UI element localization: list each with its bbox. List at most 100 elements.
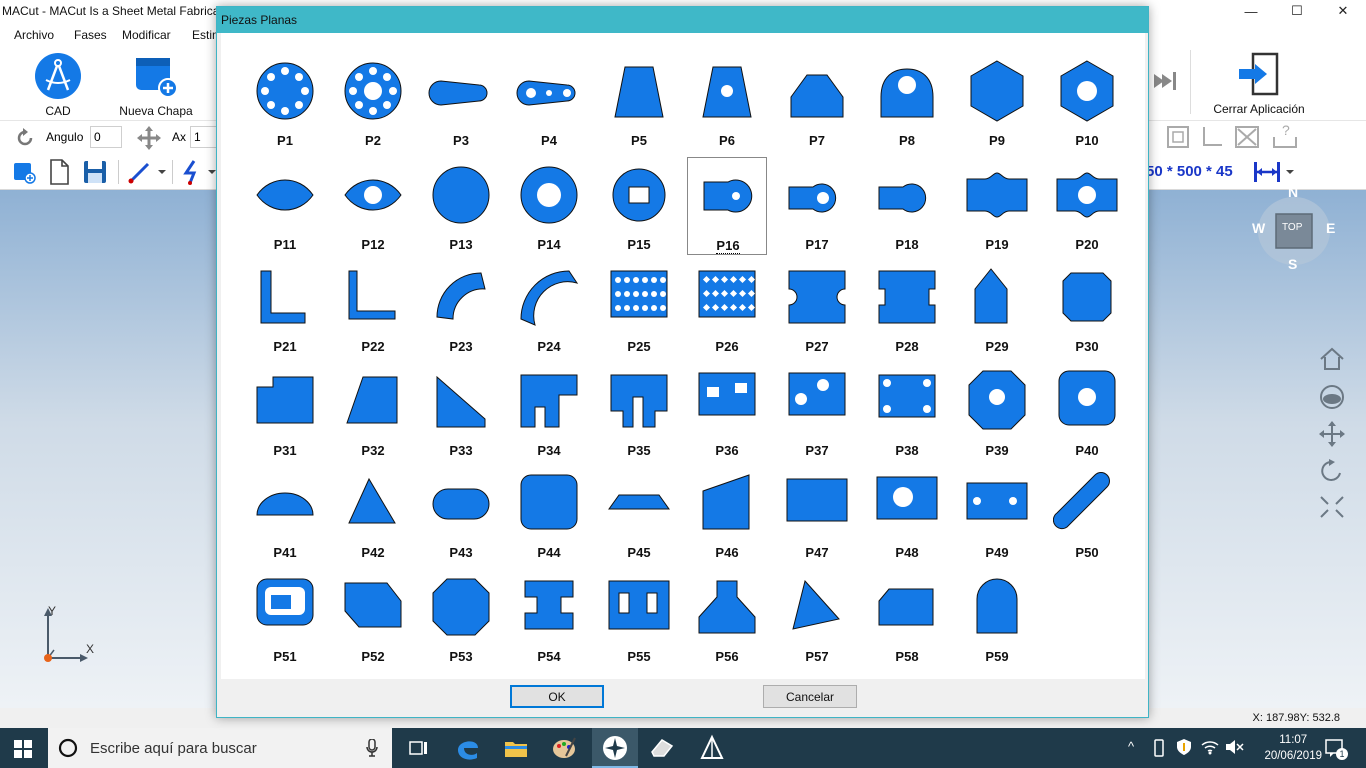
piece-p1[interactable]: P1: [245, 53, 325, 151]
piece-p34[interactable]: P34: [509, 363, 589, 461]
piece-p58[interactable]: P58: [867, 569, 947, 667]
delete-frame-icon[interactable]: [1234, 125, 1260, 149]
piece-p59[interactable]: P59: [957, 569, 1037, 667]
maximize-button[interactable]: ☐: [1274, 0, 1320, 22]
ax-input[interactable]: [190, 126, 218, 148]
edge-browser-icon[interactable]: [454, 734, 482, 762]
piece-p52[interactable]: P52: [333, 569, 413, 667]
piece-p56[interactable]: P56: [687, 569, 767, 667]
piece-p31[interactable]: P31: [245, 363, 325, 461]
piece-p46[interactable]: P46: [687, 465, 767, 563]
windows-start-icon[interactable]: [14, 740, 32, 758]
frame-icon[interactable]: [1166, 125, 1190, 149]
piece-p57[interactable]: P57: [777, 569, 857, 667]
piece-p38[interactable]: P38: [867, 363, 947, 461]
move-icon[interactable]: [136, 125, 162, 151]
task-view-icon[interactable]: [404, 734, 432, 762]
corner-icon[interactable]: [1200, 125, 1224, 149]
piece-p48[interactable]: P48: [867, 465, 947, 563]
piece-p42[interactable]: P42: [333, 465, 413, 563]
wifi-icon[interactable]: [1200, 739, 1220, 755]
dialog-titlebar[interactable]: Piezas Planas: [217, 7, 1148, 33]
system-clock[interactable]: 11:07 20/06/2019: [1264, 732, 1322, 764]
piece-p40[interactable]: P40: [1047, 363, 1127, 461]
piece-p28[interactable]: P28: [867, 259, 947, 357]
piece-p6[interactable]: P6: [687, 53, 767, 151]
piece-p12[interactable]: P12: [333, 157, 413, 255]
piece-p51[interactable]: P51: [245, 569, 325, 667]
save-icon[interactable]: [82, 159, 108, 185]
piece-p23[interactable]: P23: [421, 259, 501, 357]
piece-p41[interactable]: P41: [245, 465, 325, 563]
piece-p26[interactable]: P26: [687, 259, 767, 357]
ok-button[interactable]: OK: [510, 685, 604, 708]
piece-p10[interactable]: P10: [1047, 53, 1127, 151]
piece-p29[interactable]: P29: [957, 259, 1037, 357]
piece-p55[interactable]: P55: [599, 569, 679, 667]
piece-p7[interactable]: P7: [777, 53, 857, 151]
volume-muted-icon[interactable]: [1224, 739, 1244, 755]
menu-fases[interactable]: Fases: [74, 28, 107, 42]
microphone-icon[interactable]: [366, 739, 378, 757]
close-button[interactable]: ✕: [1320, 0, 1366, 22]
security-shield-icon[interactable]: [1176, 738, 1192, 756]
piece-p13[interactable]: P13: [421, 157, 501, 255]
piece-p9[interactable]: P9: [957, 53, 1037, 151]
new-document-icon[interactable]: [48, 159, 70, 185]
piece-p30[interactable]: P30: [1047, 259, 1127, 357]
piece-p19[interactable]: P19: [957, 157, 1037, 255]
add-sheet-icon[interactable]: [12, 160, 36, 184]
piece-p14[interactable]: P14: [509, 157, 589, 255]
piece-p17[interactable]: P17: [777, 157, 857, 255]
piece-p15[interactable]: P15: [599, 157, 679, 255]
piece-p39[interactable]: P39: [957, 363, 1037, 461]
orbit-icon[interactable]: [1318, 384, 1346, 410]
pan-icon[interactable]: [1318, 420, 1346, 448]
line-tool-icon[interactable]: [128, 159, 166, 185]
piece-p37[interactable]: P37: [777, 363, 857, 461]
usb-device-icon[interactable]: [1152, 739, 1166, 757]
piece-p24[interactable]: P24: [509, 259, 589, 357]
piece-p20[interactable]: P20: [1047, 157, 1127, 255]
piece-p22[interactable]: P22: [333, 259, 413, 357]
piece-p21[interactable]: P21: [245, 259, 325, 357]
view-compass[interactable]: N W E S TOP: [1252, 184, 1335, 272]
new-sheet-button[interactable]: Nueva Chapa: [118, 52, 194, 118]
piece-p5[interactable]: P5: [599, 53, 679, 151]
question-dimension-icon[interactable]: ?: [1270, 123, 1300, 151]
cone-app-icon[interactable]: [698, 734, 726, 762]
piece-p50[interactable]: P50: [1047, 465, 1127, 563]
piece-p3[interactable]: P3: [421, 53, 501, 151]
measure-width-icon[interactable]: [1252, 159, 1296, 185]
piece-p8[interactable]: P8: [867, 53, 947, 151]
exit-app-button[interactable]: Cerrar Aplicación: [1208, 50, 1310, 116]
taskbar-search[interactable]: Escribe aquí para buscar: [48, 728, 392, 768]
piece-p27[interactable]: P27: [777, 259, 857, 357]
cancel-button[interactable]: Cancelar: [763, 685, 857, 708]
fit-extents-icon[interactable]: [1318, 494, 1346, 520]
taskbar-active-app[interactable]: [592, 728, 638, 768]
piece-p53[interactable]: P53: [421, 569, 501, 667]
piece-p44[interactable]: P44: [509, 465, 589, 563]
piece-p47[interactable]: P47: [777, 465, 857, 563]
step-forward-icon[interactable]: [1152, 66, 1178, 96]
cad-button[interactable]: CAD: [30, 52, 86, 118]
piece-p4[interactable]: P4: [509, 53, 589, 151]
piece-p32[interactable]: P32: [333, 363, 413, 461]
paint-icon[interactable]: [550, 734, 578, 762]
piece-p25[interactable]: P25: [599, 259, 679, 357]
piece-p43[interactable]: P43: [421, 465, 501, 563]
menu-archivo[interactable]: Archivo: [14, 28, 54, 42]
piece-p36[interactable]: P36: [687, 363, 767, 461]
piece-p2[interactable]: P2: [333, 53, 413, 151]
piece-p33[interactable]: P33: [421, 363, 501, 461]
piece-p18[interactable]: P18: [867, 157, 947, 255]
piece-p35[interactable]: P35: [599, 363, 679, 461]
polyline-tool-icon[interactable]: [182, 159, 216, 185]
piece-p11[interactable]: P11: [245, 157, 325, 255]
piece-p45[interactable]: P45: [599, 465, 679, 563]
piece-p54[interactable]: P54: [509, 569, 589, 667]
menu-modificar[interactable]: Modificar: [122, 28, 171, 42]
piece-p16[interactable]: P16: [687, 157, 767, 255]
rotate-view-icon[interactable]: [1318, 458, 1346, 484]
